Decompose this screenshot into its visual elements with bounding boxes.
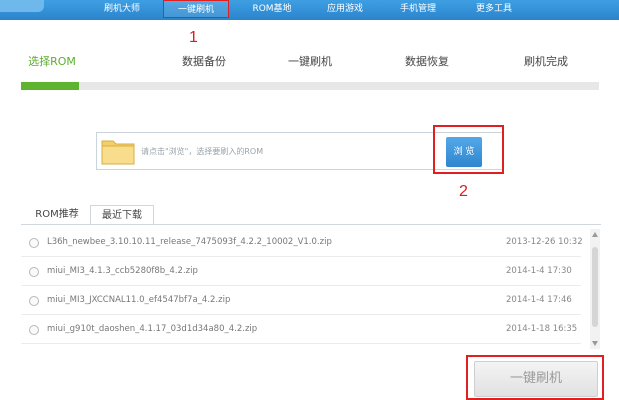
tab-rom-recommend[interactable]: ROM推荐 (26, 205, 88, 225)
rom-path-placeholder: 请点击"浏览"，选择要刷入的ROM (141, 147, 264, 156)
step-select-rom: 选择ROM (28, 55, 76, 68)
nav-item-phone-manager[interactable]: 手机管理 (391, 0, 445, 18)
annotation-number-2: 2 (459, 183, 468, 200)
scroll-down-icon[interactable] (592, 341, 598, 346)
recent-download-list: L36h_newbee_3.10.10.11_release_7475093f_… (21, 229, 593, 349)
file-date: 2014-1-4 17:46 (506, 295, 572, 305)
nav-item-flash-master[interactable]: 刷机大师 (94, 0, 150, 18)
nav-item-one-click-flash[interactable]: 一键刷机 (163, 0, 229, 18)
file-date: 2014-1-18 16:35 (506, 324, 578, 334)
annotation-number-1: 1 (189, 29, 198, 46)
list-scrollbar[interactable] (590, 229, 600, 349)
tab-divider (21, 224, 601, 225)
radio-button[interactable] (29, 267, 39, 277)
radio-button[interactable] (29, 296, 39, 306)
highlight-box-browse (433, 125, 504, 174)
step-one-click-flash: 一键刷机 (288, 55, 332, 68)
tab-recent-downloads[interactable]: 最近下载 (90, 205, 154, 225)
file-date: 2014-1-4 17:30 (506, 266, 572, 276)
scroll-up-icon[interactable] (592, 232, 598, 237)
highlight-box-flash (466, 355, 604, 400)
nav-item-more-tools[interactable]: 更多工具 (467, 0, 521, 18)
top-nav-bar: 刷机大师 一键刷机 ROM基地 应用游戏 手机管理 更多工具 (0, 0, 619, 20)
file-name: L36h_newbee_3.10.10.11_release_7475093f_… (47, 237, 332, 247)
file-date: 2013-12-26 10:32 (506, 237, 583, 247)
progress-track (21, 82, 599, 90)
step-data-backup: 数据备份 (182, 55, 226, 68)
list-item[interactable]: miui_g910t_daoshen_4.1.17_03d1d34a80_4.2… (21, 316, 581, 344)
file-name: miui_g910t_daoshen_4.1.17_03d1d34a80_4.2… (47, 324, 258, 334)
list-item[interactable]: L36h_newbee_3.10.10.11_release_7475093f_… (21, 229, 583, 257)
progress-fill (21, 82, 79, 90)
app-logo (0, 0, 44, 12)
radio-button[interactable] (29, 238, 39, 248)
file-name: miui_MI3_JXCCNAL11.0_ef4547bf7a_4.2.zip (47, 295, 231, 305)
folder-icon (101, 140, 135, 165)
step-data-restore: 数据恢复 (405, 55, 449, 68)
file-name: miui_MI3_4.1.3_ccb5280f8b_4.2.zip (47, 266, 198, 276)
nav-item-apps-games[interactable]: 应用游戏 (318, 0, 372, 18)
list-item[interactable]: miui_MI3_4.1.3_ccb5280f8b_4.2.zip 2014-1… (21, 258, 581, 286)
list-item[interactable]: miui_MI3_JXCCNAL11.0_ef4547bf7a_4.2.zip … (21, 287, 581, 315)
scroll-thumb[interactable] (592, 247, 598, 327)
radio-button[interactable] (29, 325, 39, 335)
nav-item-rom-base[interactable]: ROM基地 (243, 0, 301, 18)
step-flash-complete: 刷机完成 (524, 55, 568, 68)
